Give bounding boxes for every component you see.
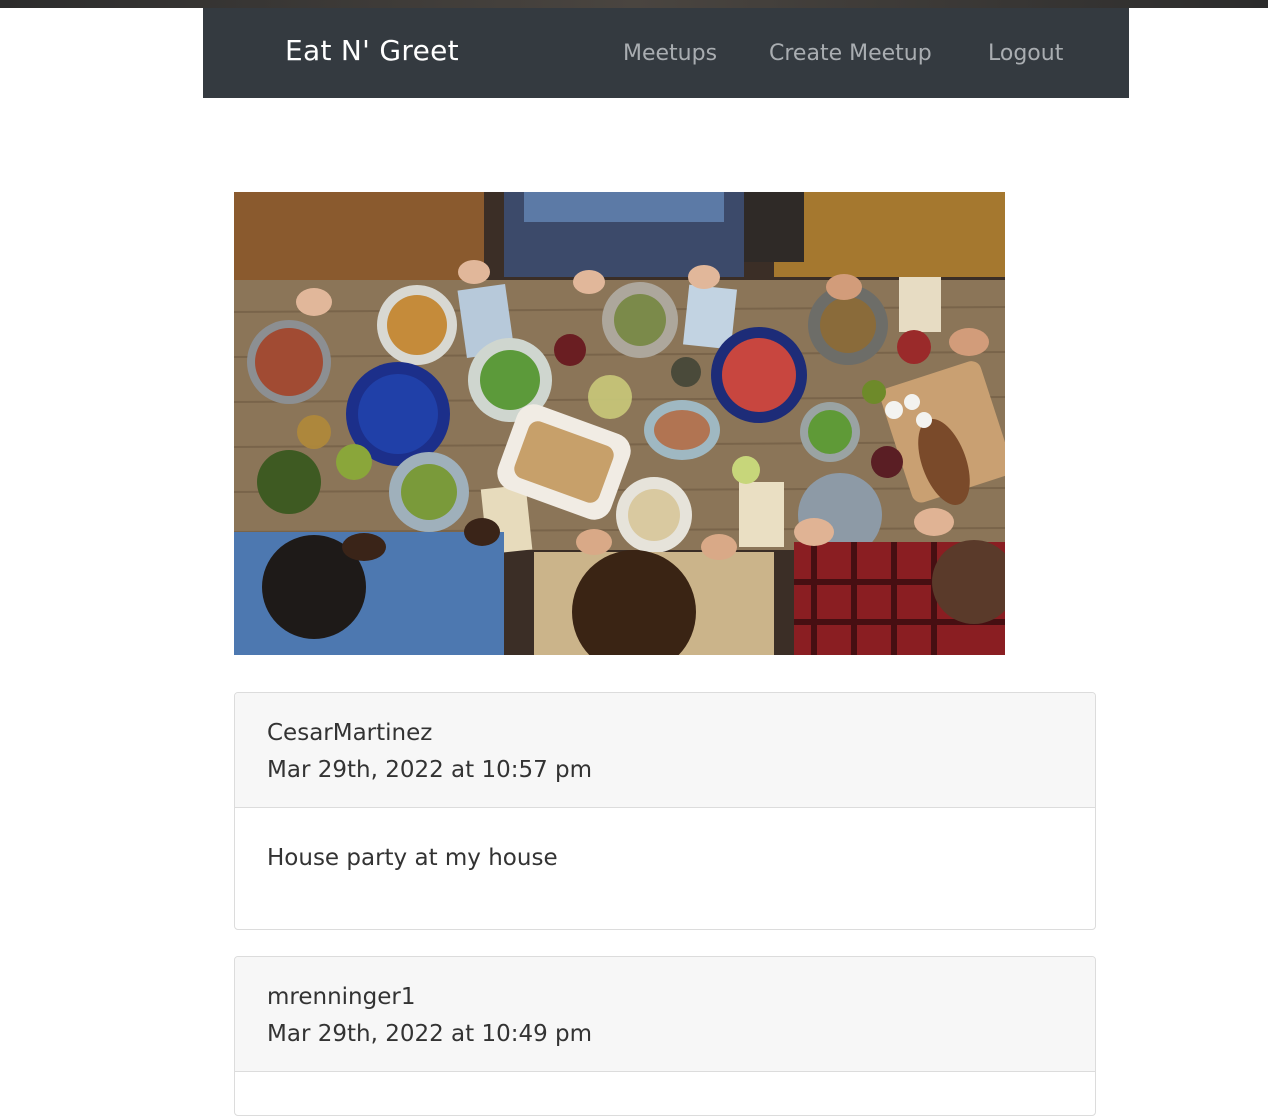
- brand-logo-text[interactable]: Eat N' Greet: [285, 34, 459, 67]
- post-body: [235, 1072, 1095, 1115]
- post-username: mrenninger1: [267, 984, 416, 1010]
- meetup-post-card: CesarMartinez Mar 29th, 2022 at 10:57 pm…: [234, 692, 1096, 930]
- post-header: mrenninger1 Mar 29th, 2022 at 10:49 pm: [235, 957, 1095, 1072]
- dinner-table-illustration: [234, 192, 1005, 655]
- post-header: CesarMartinez Mar 29th, 2022 at 10:57 pm: [235, 693, 1095, 808]
- hero-image: [234, 192, 1005, 655]
- post-text: House party at my house: [267, 845, 558, 871]
- post-timestamp: Mar 29th, 2022 at 10:57 pm: [267, 757, 593, 783]
- post-username: CesarMartinez: [267, 720, 433, 746]
- meetup-post-card: mrenninger1 Mar 29th, 2022 at 10:49 pm: [234, 956, 1096, 1116]
- browser-top-strip: [0, 0, 1268, 8]
- post-timestamp: Mar 29th, 2022 at 10:49 pm: [267, 1021, 593, 1047]
- navbar: Eat N' Greet Meetups Create Meetup Logou…: [203, 8, 1129, 98]
- nav-link-create-meetup[interactable]: Create Meetup: [769, 41, 932, 66]
- post-body: House party at my house: [235, 808, 1095, 921]
- nav-link-meetups[interactable]: Meetups: [623, 41, 717, 66]
- nav-link-logout[interactable]: Logout: [988, 41, 1063, 66]
